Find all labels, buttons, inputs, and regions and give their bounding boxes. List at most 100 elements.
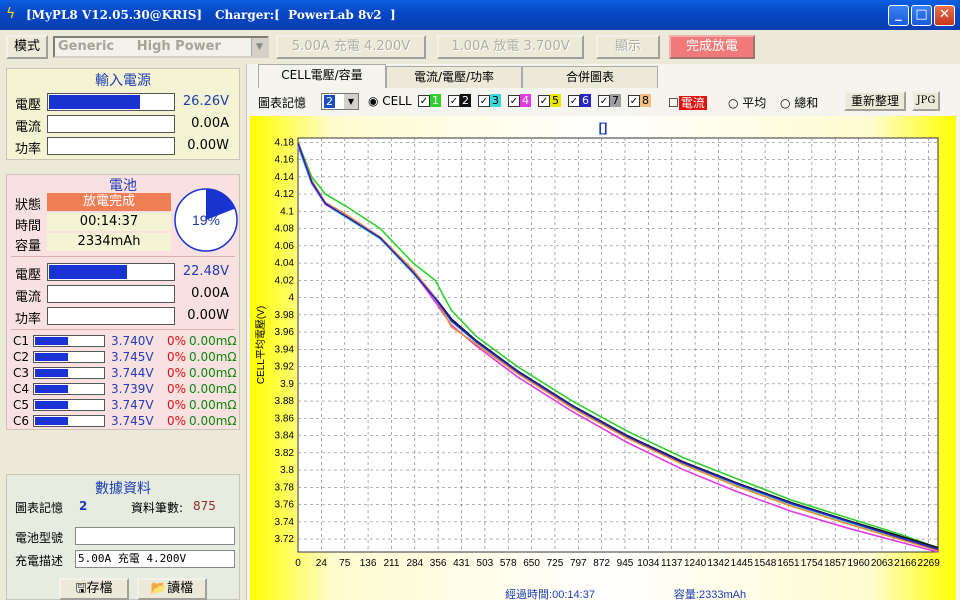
cell-percent: 0% [167,366,187,380]
battery-model-input[interactable] [75,527,235,545]
cell-checkbox-label: 8 [640,94,651,107]
charge-desc-input[interactable]: 5.00A 充電 4.200V [75,550,235,568]
average-radio[interactable]: ○ 平均 [728,94,766,111]
x-tick-label: 725 [547,558,564,569]
x-tick-label: 431 [453,558,470,569]
cell-voltage-bar [33,367,105,379]
battery-divider [11,256,235,257]
cell-checkbox[interactable]: ✓ 8 [628,94,651,107]
input-voltage-bar [47,93,175,111]
cell-checkbox-label: 2 [460,94,471,107]
input-power-title: 輸入電源 [95,73,151,89]
input-power-label: 功率 [15,142,42,157]
input-power-value: 0.00W [187,138,229,153]
x-tick-label: 503 [477,558,494,569]
cell-checkbox[interactable]: ✓ 3 [478,94,501,107]
x-tick-label: 2063 [871,558,894,569]
cell-voltage: 3.739V [111,382,154,396]
cell-checkbox[interactable]: ✓ 6 [568,94,591,107]
complete-discharge-button[interactable]: 完成放電 [669,35,755,59]
battery-power-bar [47,307,175,325]
current-checkbox-label: 電流 [678,96,707,110]
mode-button[interactable]: 模式 [6,35,48,59]
cell-checkbox[interactable]: ✓ 7 [598,94,621,107]
cell-voltage: 3.745V [111,350,154,364]
cell-checkbox[interactable]: ✓ 1 [418,94,441,107]
x-tick-label: 650 [523,558,540,569]
y-tick-label: 3.98 [275,310,295,321]
checkmark-icon: ✓ [448,95,460,107]
cell-name: C1 [13,334,30,348]
chart-controls: 圖表記憶 2 ▼ ◉ CELL ✓ 1 ✓ 2 ✓ 3 ✓ 4 ✓ 5 ✓ 6 ✓ 7 ✓ 8 ☐ 電流 ○ 平… [250,88,956,116]
tab-combined[interactable]: 合併圖表 [522,66,658,88]
battery-voltage-bar-fill [49,265,128,279]
cell-name: C4 [13,382,30,396]
current-checkbox[interactable]: ☐ 電流 [668,94,707,111]
checkmark-icon: ✓ [598,95,610,107]
checkmark-icon: ✓ [628,95,640,107]
x-tick-label: 0 [295,558,301,569]
y-tick-label: 4.08 [275,224,295,235]
y-axis-label: CELL平均電壓(V) [255,306,267,384]
x-tick-label: 2166 [894,558,917,569]
x-tick-label: 578 [500,558,517,569]
cell-name: C6 [13,414,30,428]
sum-radio[interactable]: ○ 總和 [780,94,818,111]
cell-voltage: 3.747V [111,398,154,412]
y-tick-label: 3.74 [275,517,295,528]
cell-checkbox-label: 1 [430,94,441,107]
cell-percent: 0% [167,334,187,348]
cell-percent: 0% [167,382,187,396]
redraw-button[interactable]: 重新整理 [844,91,906,111]
cell-checkbox[interactable]: ✓ 5 [538,94,561,107]
y-tick-label: 3.94 [275,344,295,355]
folder-icon: 📂 [150,581,168,596]
app-lightning-icon: ϟ [6,6,16,22]
tab-current-voltage-power[interactable]: 電流/電壓/功率 [386,66,522,88]
tab-cell-voltage[interactable]: CELL電壓/容量 [258,64,386,88]
cell-checkbox[interactable]: ✓ 2 [448,94,471,107]
y-tick-label: 3.76 [275,500,295,511]
cell-checkbox[interactable]: ✓ 4 [508,94,531,107]
minimize-icon[interactable]: _ [888,5,909,26]
cell-resistance: 0.00mΩ [189,414,237,428]
input-current-label: 電流 [15,120,42,135]
x-tick-label: 1034 [637,558,660,569]
cell-resistance: 0.00mΩ [189,398,237,412]
battery-power-value: 0.00W [187,308,229,323]
discharge-button[interactable]: 1.00A 放電 3.700V [437,35,584,59]
display-button[interactable]: 顯示 [596,35,660,59]
x-tick-label: 284 [406,558,423,569]
x-tick-label: 211 [383,558,399,569]
checkmark-icon: ✓ [568,95,580,107]
x-tick-label: 1342 [707,558,730,569]
save-button[interactable]: 🖫存檔 [59,578,129,600]
jpg-export-button[interactable]: JPG [912,91,940,111]
battery-percent-pie: 19% [174,188,238,252]
charge-button[interactable]: 5.00A 充電 4.200V [276,35,426,59]
chevron-down-icon: ▼ [344,94,358,109]
y-tick-label: 3.82 [275,448,295,459]
record-count-value: 875 [193,499,216,513]
battery-time-label: 時間 [15,219,42,234]
x-tick-label: 1137 [661,558,683,569]
cell-resistance: 0.00mΩ [189,382,237,396]
cell-checkbox-label: 5 [550,94,561,107]
cell-checkbox-label: 6 [580,94,591,107]
load-button[interactable]: 📂讀檔 [137,578,207,600]
chevron-down-icon: ▼ [251,38,267,56]
chart-memory-select-value: 2 [324,95,335,108]
cell-row: C4 3.739V 0% 0.00mΩ [7,381,241,397]
cell-voltage: 3.744V [111,366,154,380]
mode-select[interactable]: Generic High Power ▼ [53,36,269,58]
cell-radio-label: CELL [382,94,412,108]
chart-memory-select[interactable]: 2 ▼ [321,93,359,110]
maximize-icon[interactable]: □ [911,5,932,26]
x-tick-label: 872 [593,558,610,569]
battery-capacity-label: 容量 [15,239,42,254]
close-icon[interactable]: ✕ [934,5,955,26]
input-power-bar [47,137,175,155]
y-tick-label: 4.12 [275,189,295,200]
cell-radio[interactable]: ◉ CELL [368,94,412,108]
input-power-panel: 輸入電源 電壓 26.26V 電流 0.00A 功率 0.00W [6,68,240,160]
